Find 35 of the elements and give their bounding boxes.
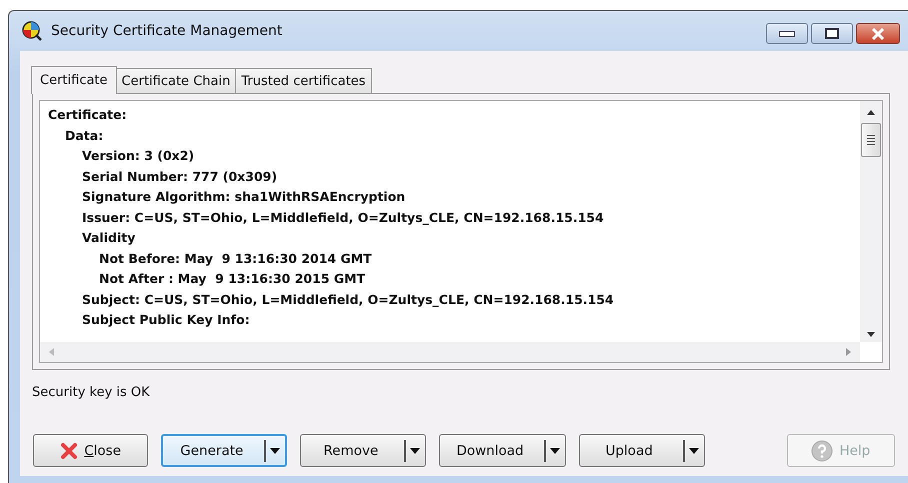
tab[interactable]: Certificate Chain	[116, 68, 236, 93]
close-icon	[60, 442, 78, 460]
vertical-scrollbar[interactable]	[860, 101, 882, 342]
certificate-text-line: Subject: C=US, ST=Ohio, L=Middlefield, O=Zultys_CLE, CN=192.168.15.154	[82, 292, 614, 306]
split-button[interactable]: Upload	[578, 434, 705, 467]
status-text: Security key is OK	[32, 385, 151, 402]
certificate-text-line: Signature Algorithm: sha1WithRSAEncryption	[82, 189, 406, 204]
split-button[interactable]: Download	[439, 434, 566, 467]
dropdown-arrow-icon	[550, 448, 560, 454]
tab[interactable]: Certificate	[31, 66, 117, 94]
certificate-text-line: Certificate:	[48, 107, 127, 122]
certificate-text-line: Version: 3 (0x2)	[82, 148, 194, 163]
certificate-text-line: Validity	[82, 230, 136, 245]
maximize-button[interactable]	[811, 23, 853, 44]
close-button[interactable]	[856, 23, 900, 44]
split-button[interactable]: Remove	[300, 434, 426, 467]
window-title: Security Certificate Management	[51, 23, 284, 39]
certificate-text-line: Not Before: May 9 13:16:30 2014 GMT	[99, 250, 372, 266]
dropdown-arrow-icon	[270, 448, 280, 454]
minimize-button[interactable]	[766, 23, 808, 44]
split-button[interactable]: Generate	[161, 434, 288, 467]
certificate-text-line: Data:	[65, 128, 104, 142]
dropdown-arrow-icon	[688, 448, 699, 454]
certificate-text-line: Serial Number: 777 (0x309)	[82, 168, 278, 184]
help-icon	[811, 440, 834, 462]
app-icon	[21, 20, 43, 42]
dropdown-arrow-icon	[410, 448, 420, 454]
certificate-text-line: Subject Public Key Info:	[82, 312, 250, 327]
tab[interactable]: Trusted certificates	[235, 68, 372, 93]
close-icon	[870, 28, 886, 40]
certificate-text-line: Issuer: C=US, ST=Ohio, L=Middlefield, O=Zultys_CLE, CN=192.168.15.154	[82, 210, 604, 224]
certificate-text-line: Not After : May 9 13:16:30 2015 GMT	[99, 271, 366, 286]
scroll-down-icon[interactable]	[866, 332, 876, 338]
scroll-up-icon[interactable]	[866, 109, 876, 115]
close-dialog-button[interactable]: Close	[33, 434, 148, 467]
